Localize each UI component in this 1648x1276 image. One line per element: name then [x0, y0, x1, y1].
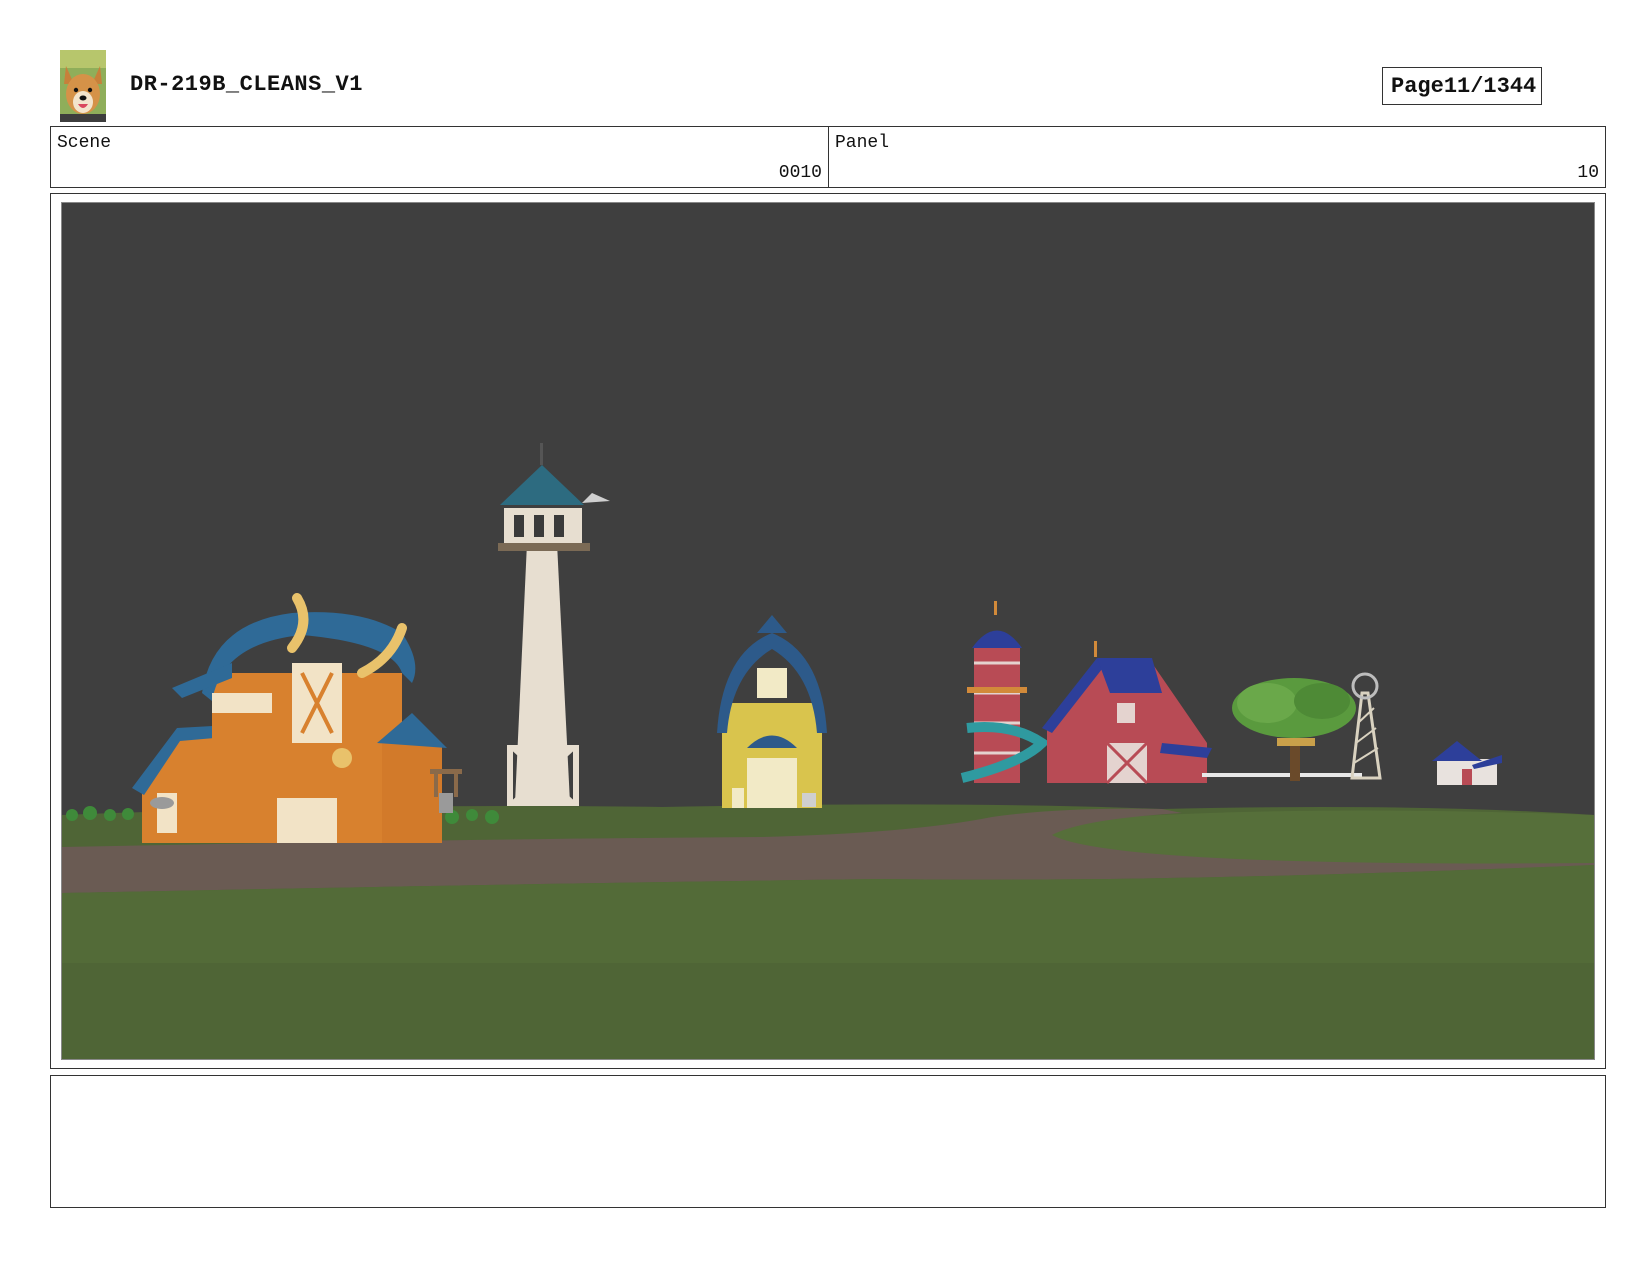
scene-value: 0010	[778, 163, 822, 183]
scene-label: Scene	[57, 133, 112, 153]
farm-scene-illustration	[62, 203, 1594, 1059]
panel-label: Panel	[835, 133, 890, 153]
storyboard-image	[61, 202, 1595, 1060]
scene-cell: Scene 0010	[51, 127, 829, 187]
page-indicator: Page 11/1344	[1382, 67, 1542, 105]
page-number: 11/1344	[1443, 73, 1537, 99]
scene-panel-row: Scene 0010 Panel 10	[50, 126, 1606, 188]
dog-avatar-icon	[60, 50, 106, 122]
notes-box[interactable]	[50, 1075, 1606, 1208]
panel-cell: Panel 10	[829, 127, 1605, 187]
document-title: DR-219B_CLEANS_V1	[130, 72, 363, 97]
page-label: Page	[1391, 73, 1444, 99]
panel-value: 10	[1577, 163, 1599, 183]
